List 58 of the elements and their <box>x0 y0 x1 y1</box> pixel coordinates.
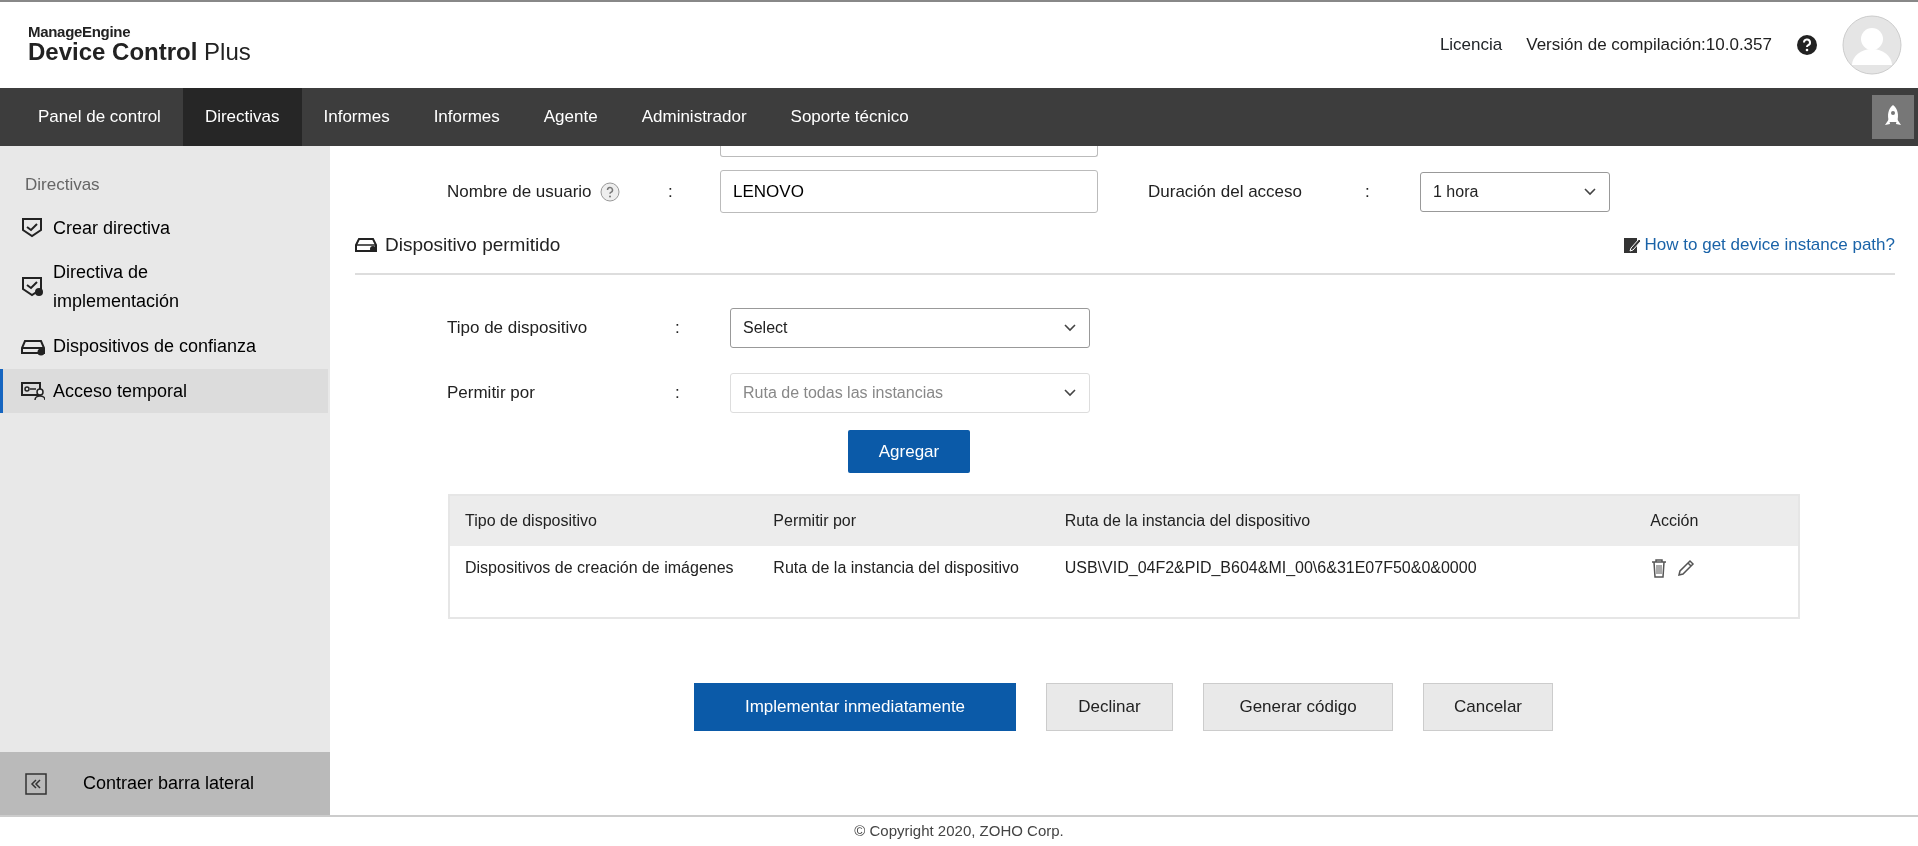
pencil-icon[interactable] <box>1676 558 1697 578</box>
separator: : <box>668 180 674 203</box>
dropdown[interactable]: 1 hora <box>1420 171 1610 212</box>
nav-tab[interactable]: Soporte técnico <box>768 88 931 146</box>
collapse-icon <box>25 772 47 795</box>
action-button[interactable]: Generar código <box>1203 683 1393 731</box>
brand-logo: ManageEngine <box>28 24 132 40</box>
chevron-down-icon <box>1063 323 1077 333</box>
table-cell: USB\VID_04F2&PID_B604&MI_00\6&31E07F50&0&0000 <box>1049 546 1636 618</box>
rocket-icon[interactable] <box>1872 95 1914 139</box>
drive-icon <box>355 237 377 253</box>
help-icon[interactable] <box>1796 34 1818 56</box>
action-button[interactable]: Cancelar <box>1423 683 1553 731</box>
shield-check-icon <box>21 216 45 239</box>
field-label: Permitir por <box>447 382 535 405</box>
field-label: Tipo de dispositivo <box>447 317 588 340</box>
copyright-text: © Copyright 2020, ZOHO Corp. <box>0 815 1918 846</box>
build-version: Versión de compilación:10.0.357 <box>1526 34 1772 57</box>
sidebar-heading: Directivas <box>24 174 101 196</box>
license-link[interactable]: Licencia <box>1439 32 1503 58</box>
note-icon <box>1622 236 1641 254</box>
input-field[interactable] <box>720 146 1098 157</box>
separator: : <box>675 317 681 340</box>
help-link[interactable]: How to get device instance path? <box>1622 232 1895 258</box>
section-title: Dispositivo permitido <box>385 232 561 257</box>
column-header: Acción <box>1635 495 1799 546</box>
separator: : <box>675 382 681 405</box>
nav-tab[interactable]: Agente <box>521 88 620 146</box>
field-label: Duración del acceso <box>1148 180 1303 203</box>
sidebar-item[interactable]: Dispositivos de confianza <box>0 323 328 369</box>
dropdown: Ruta de todas las instancias <box>730 373 1090 413</box>
nav-tab[interactable]: Informes <box>411 88 522 146</box>
sidebar-item[interactable]: Acceso temporal <box>0 368 328 414</box>
separator: : <box>1365 180 1371 203</box>
input-field[interactable]: LENOVO <box>720 170 1098 213</box>
dropdown[interactable]: Select <box>730 308 1090 348</box>
nav-tab[interactable]: Administrador <box>619 88 769 146</box>
field-label: Nombre de usuario <box>447 180 592 203</box>
column-header: Ruta de la instancia del dispositivo <box>1049 495 1636 546</box>
column-header: Permitir por <box>758 495 1050 546</box>
sidebar-item[interactable]: Crear directiva <box>0 205 328 251</box>
nav-tab[interactable]: Informes <box>301 88 412 146</box>
action-button[interactable]: Implementar inmediatamente <box>694 683 1016 731</box>
action-button[interactable]: Declinar <box>1046 683 1173 731</box>
chevron-down-icon <box>1063 388 1077 398</box>
sidebar-item[interactable]: Directiva de implementación <box>0 250 328 324</box>
add-button[interactable]: Agregar <box>848 430 970 473</box>
product-name: Device Control Plus <box>28 39 251 66</box>
collapse-sidebar-button[interactable]: Contraer barra lateral <box>0 752 330 815</box>
column-header: Tipo de dispositivo <box>449 495 759 546</box>
table-cell: Ruta de la instancia del dispositivo <box>758 546 1050 618</box>
nav-tab[interactable]: Panel de control <box>16 88 183 146</box>
table-cell: Dispositivos de creación de imágenes <box>449 546 759 618</box>
id-card-icon <box>21 380 45 403</box>
chevron-down-icon <box>1583 186 1597 197</box>
shield-check-icon <box>21 276 45 299</box>
nav-tab[interactable]: Directivas <box>182 88 302 146</box>
trash-icon[interactable] <box>1650 558 1669 578</box>
